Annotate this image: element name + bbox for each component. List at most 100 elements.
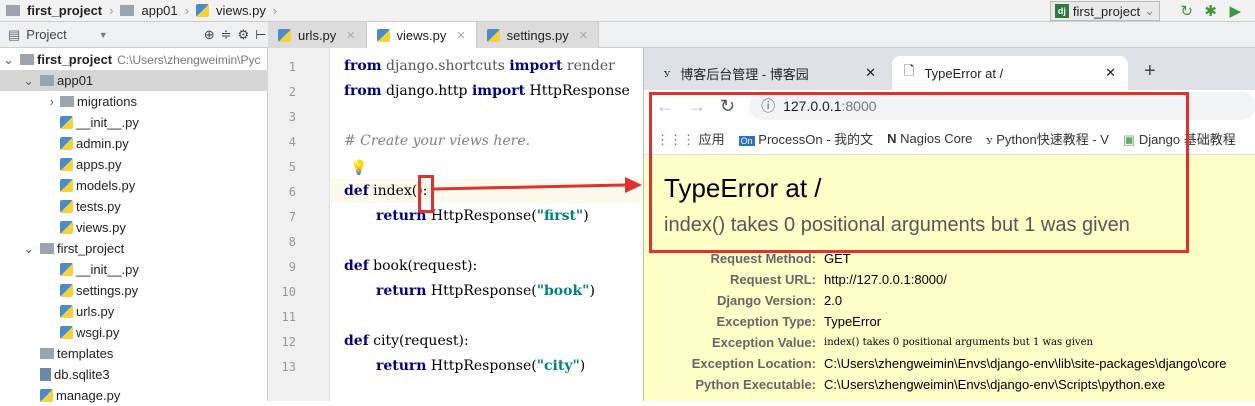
- breadcrumb-file[interactable]: views.py: [216, 3, 266, 18]
- debug-bug-icon[interactable]: ✱: [1204, 2, 1217, 20]
- code-line-7: return HttpResponse("first"): [376, 208, 589, 224]
- tab-urls[interactable]: urls.py ✕: [268, 22, 367, 48]
- folder-icon: [40, 243, 54, 254]
- cnblogs-icon: ꭹ: [664, 65, 671, 80]
- tab-label: urls.py: [298, 27, 337, 43]
- line-number: 10: [281, 285, 296, 299]
- breadcrumb-project[interactable]: first_project: [27, 3, 102, 18]
- folder-icon: [6, 5, 20, 16]
- page-icon: 🗋: [904, 63, 915, 78]
- tree-item-label: admin.py: [76, 136, 129, 151]
- tree-item[interactable]: ⌄ first_project C:\Users\zhengweimin\Pyc: [0, 49, 268, 70]
- tab-views[interactable]: views.py ✕: [366, 22, 477, 48]
- tree-item-label: __init__.py: [76, 115, 139, 130]
- python-file-icon: [60, 137, 73, 150]
- tree-item[interactable]: db.sqlite3: [0, 364, 268, 385]
- info-key: Request Method:: [710, 251, 816, 266]
- line-number: 7: [288, 210, 296, 224]
- close-icon[interactable]: ✕: [1105, 65, 1116, 81]
- expand-arrow-icon[interactable]: ⌄: [0, 73, 40, 89]
- project-tree: ⌄ first_project C:\Users\zhengweimin\Pyc ⌄ a…: [0, 48, 268, 403]
- close-icon[interactable]: ✕: [456, 29, 465, 42]
- tree-item[interactable]: › migrations: [0, 91, 268, 112]
- tree-item-label: first_project: [57, 241, 125, 256]
- django-icon: dj: [1054, 4, 1069, 18]
- info-value: C:\Users\zhengweimin\Envs\django-env\lib…: [824, 356, 1227, 371]
- close-icon[interactable]: ✕: [346, 29, 355, 42]
- code-line-1: from django.shortcuts import render: [344, 58, 615, 74]
- folder-icon: [120, 5, 135, 16]
- tree-item[interactable]: admin.py: [0, 133, 268, 154]
- rerun-icon[interactable]: ↻: [1180, 2, 1193, 20]
- python-file-icon: [60, 179, 73, 192]
- line-number: 6: [288, 185, 296, 199]
- tree-item-label: settings.py: [76, 283, 139, 298]
- expand-arrow-icon[interactable]: ⌄: [0, 241, 40, 257]
- tab-label: views.py: [396, 27, 447, 43]
- tree-item[interactable]: apps.py: [0, 154, 268, 175]
- request-info-row: Exception Location: C:\Users\zhengweimin\…: [644, 356, 1255, 377]
- python-file-icon: [60, 158, 73, 171]
- tree-item[interactable]: __init__.py: [0, 112, 268, 133]
- tree-item-label: views.py: [76, 220, 126, 235]
- tree-item[interactable]: views.py: [0, 217, 268, 238]
- tree-item-label: first_project: [37, 52, 113, 67]
- tree-item-label: apps.py: [76, 157, 122, 172]
- close-icon[interactable]: ✕: [579, 29, 588, 42]
- tree-item[interactable]: templates: [0, 343, 268, 364]
- line-number: 12: [281, 335, 296, 349]
- code-line-13: return HttpResponse("city"): [376, 358, 586, 374]
- browser-tab-typeerror[interactable]: 🗋 TypeError at / ✕: [892, 56, 1128, 90]
- request-info-row: Request URL: http://127.0.0.1:8000/: [644, 272, 1255, 293]
- expand-arrow-icon[interactable]: ⌄: [0, 52, 20, 68]
- tree-item-label: models.py: [76, 178, 136, 193]
- new-tab-button[interactable]: +: [1144, 60, 1156, 83]
- request-info-row: Exception Value: index() takes 0 position…: [644, 335, 1255, 356]
- tab-label: settings.py: [506, 27, 569, 43]
- highlight-box-browser: [649, 92, 1189, 253]
- breadcrumb-app[interactable]: app01: [141, 3, 177, 18]
- request-info-row: Request Method: GET: [644, 251, 1255, 272]
- python-file-icon: [376, 28, 390, 42]
- expand-arrow-icon[interactable]: ›: [0, 94, 60, 109]
- folder-icon: [40, 75, 54, 86]
- tree-item-label: app01: [57, 73, 94, 88]
- hide-panel-icon[interactable]: ⊢: [255, 27, 266, 43]
- locate-icon[interactable]: ⊕: [204, 27, 215, 43]
- project-view-select[interactable]: Project: [26, 27, 66, 42]
- tree-item[interactable]: settings.py: [0, 280, 268, 301]
- code-line-2: from django.http import HttpResponse: [344, 83, 630, 99]
- code-line-6: def index():: [344, 183, 428, 199]
- line-number: 3: [288, 110, 296, 124]
- tree-item[interactable]: manage.py: [0, 385, 268, 406]
- line-number: 1: [288, 60, 296, 74]
- tree-item[interactable]: urls.py: [0, 301, 268, 322]
- tree-item-label: urls.py: [76, 304, 115, 319]
- close-icon[interactable]: ✕: [865, 65, 876, 81]
- tab-settings[interactable]: settings.py ✕: [476, 22, 599, 48]
- code-line-10: return HttpResponse("book"): [376, 283, 595, 299]
- code-line-12: def city(request):: [344, 333, 469, 349]
- chevron-down-icon[interactable]: ▼: [99, 30, 108, 40]
- info-key: Request URL:: [730, 272, 816, 287]
- run-configuration-select[interactable]: dj first_project ⌄: [1049, 1, 1160, 21]
- python-file-icon: [486, 28, 500, 42]
- gear-icon[interactable]: ⚙: [238, 27, 250, 43]
- tree-item[interactable]: tests.py: [0, 196, 268, 217]
- info-value: index() takes 0 positional arguments but…: [824, 337, 1093, 348]
- lightbulb-icon[interactable]: 💡: [350, 159, 367, 176]
- tree-item[interactable]: ⌄ app01: [0, 70, 268, 91]
- tree-item[interactable]: ⌄ first_project: [0, 238, 268, 259]
- tree-item[interactable]: __init__.py: [0, 259, 268, 280]
- collapse-all-icon[interactable]: ≑: [221, 27, 232, 43]
- line-number: 9: [288, 260, 296, 274]
- code-editor[interactable]: 1 2 3 4 5 6 7 8 9 10 11 12 13 from django.shortcuts …: [268, 48, 643, 401]
- browser-tab-cnblogs[interactable]: ꭹ 博客后台管理 - 博客园 ✕: [652, 56, 888, 90]
- coverage-icon[interactable]: ▶: [1229, 2, 1241, 20]
- tree-item-path: C:\Users\zhengweimin\Pyc: [117, 52, 261, 67]
- tab-title: 博客后台管理 - 博客园: [680, 66, 809, 82]
- python-file-icon: [60, 326, 73, 339]
- annotation-arrow: [433, 177, 642, 193]
- tree-item[interactable]: wsgi.py: [0, 322, 268, 343]
- tree-item[interactable]: models.py: [0, 175, 268, 196]
